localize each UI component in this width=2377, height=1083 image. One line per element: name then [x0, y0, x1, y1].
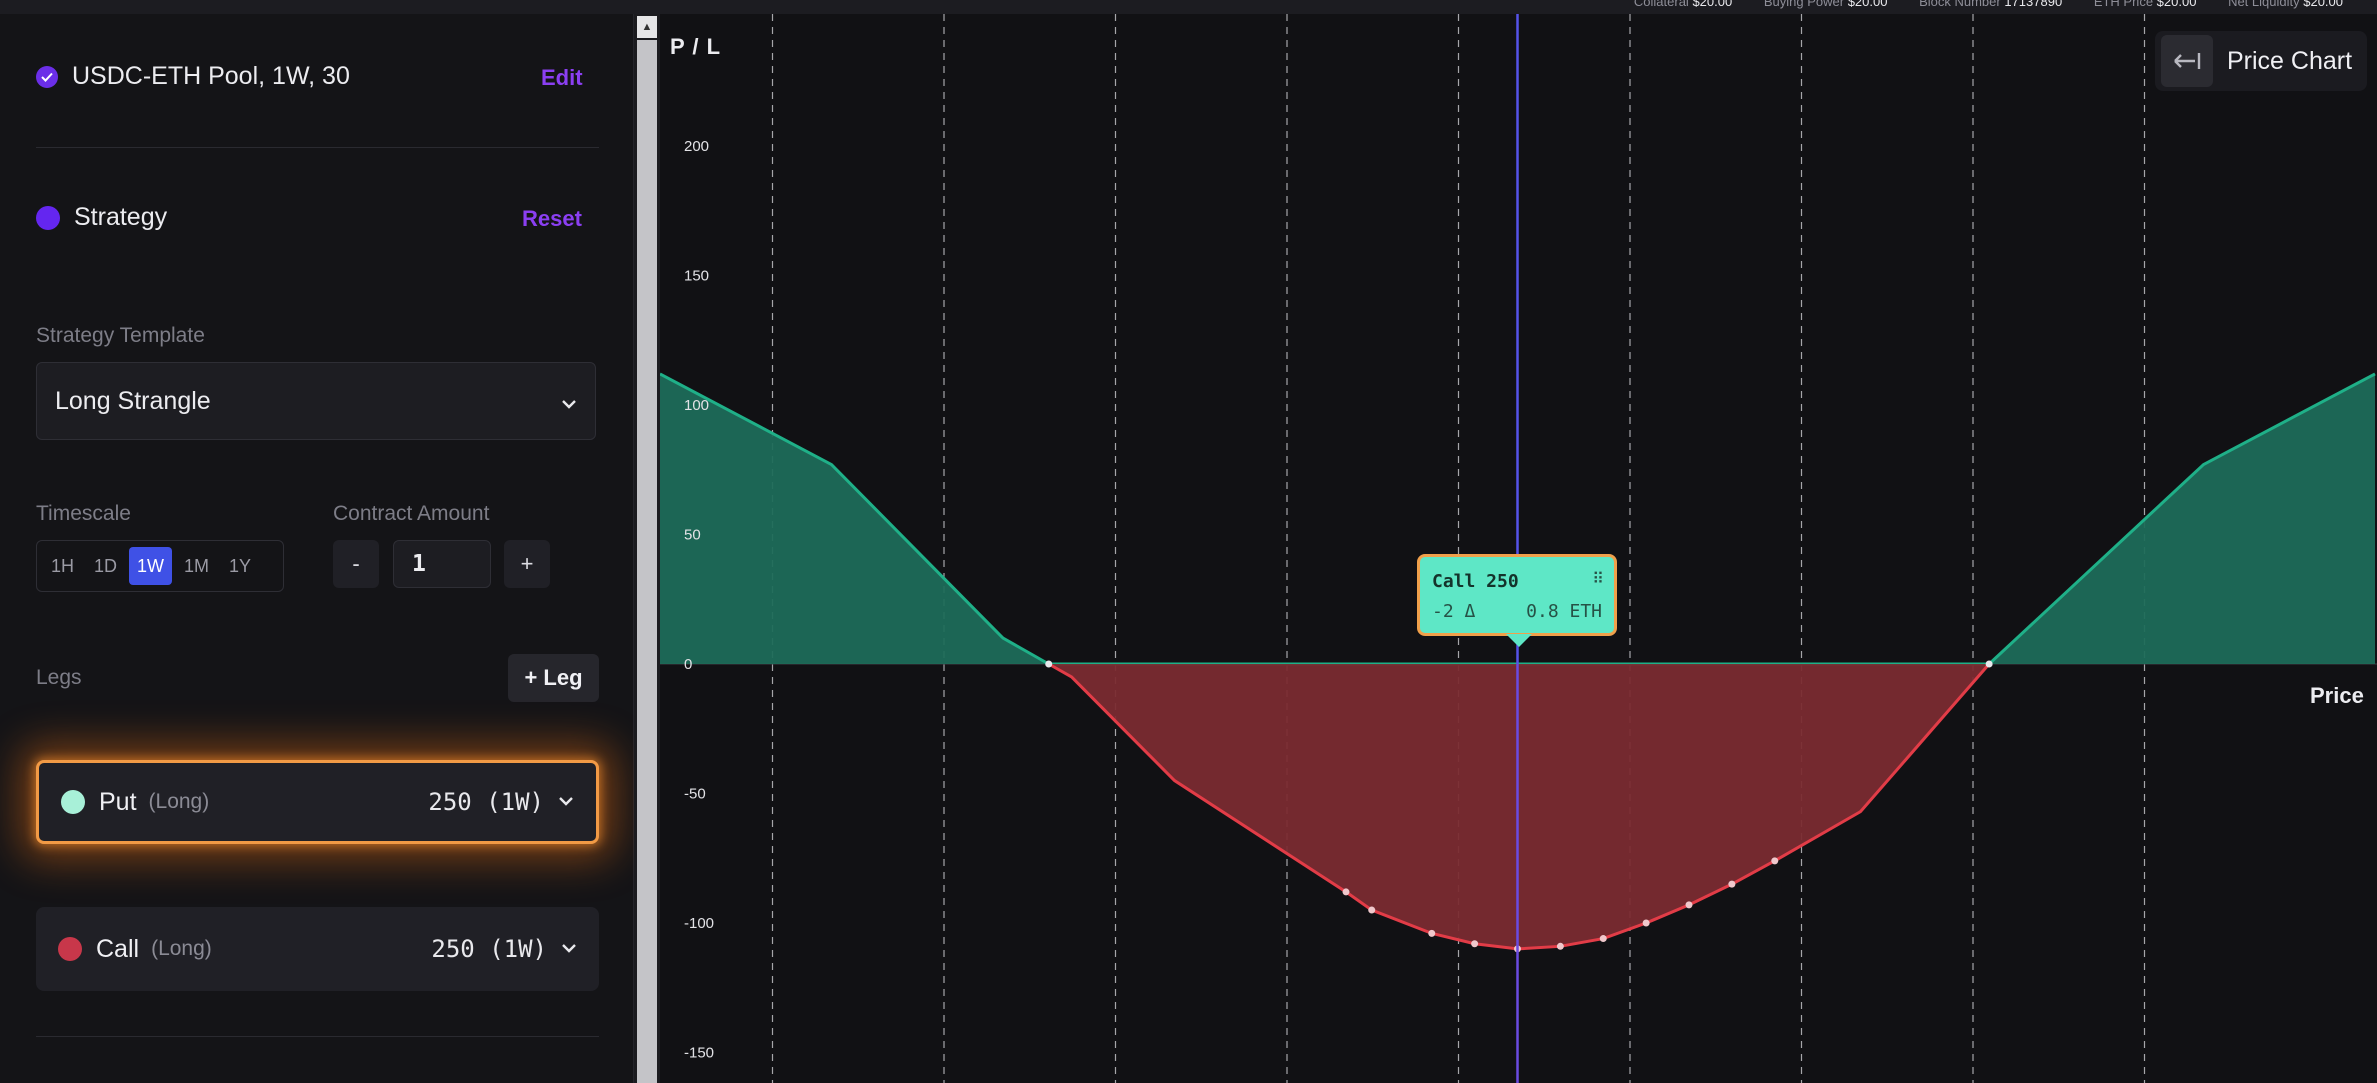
- edit-pool-button[interactable]: Edit: [541, 65, 583, 91]
- drag-handle-icon[interactable]: ⠿: [1592, 569, 1604, 588]
- stat-block-number: Block Number 17137890: [1919, 0, 2063, 9]
- stat-net-liquidity: Net Liquidity $20.00: [2228, 0, 2343, 9]
- leg-name: Call: [96, 934, 140, 963]
- increment-button[interactable]: +: [504, 540, 550, 588]
- data-point: [1428, 929, 1436, 937]
- tooltip-pointer: [1506, 634, 1532, 647]
- strategy-template-value: Long Strangle: [55, 386, 211, 415]
- leg-tooltip[interactable]: Call 250 ⠿ -2 Δ 0.8 ETH: [1417, 554, 1617, 636]
- timescale-1d[interactable]: 1D: [86, 547, 125, 585]
- y-tick-label: 100: [684, 397, 709, 414]
- y-tick-label: -100: [684, 915, 714, 932]
- data-point: [1685, 901, 1693, 909]
- x-axis-label: Price: [2310, 683, 2364, 708]
- legs-label: Legs: [36, 666, 82, 689]
- divider: [36, 1036, 599, 1037]
- stats-list: Collateral $20.00 Buying Power $20.00 Bl…: [1606, 0, 2343, 9]
- chevron-down-icon[interactable]: [561, 940, 577, 958]
- leg-put[interactable]: Put (Long) 250 (1W): [36, 760, 599, 844]
- price-chart-label: Price Chart: [2227, 46, 2353, 75]
- break-even-point: [1045, 660, 1053, 668]
- call-color-dot: [58, 937, 82, 961]
- pool-title: USDC-ETH Pool, 1W, 30: [72, 62, 350, 90]
- y-tick-label: -50: [684, 786, 706, 803]
- strategy-template-label: Strategy Template: [36, 324, 205, 347]
- leg-strike: 250 (1W): [431, 935, 547, 963]
- y-tick-label: -150: [684, 1045, 714, 1062]
- strategy-dot-icon: [36, 205, 60, 230]
- timescale-1y[interactable]: 1Y: [221, 547, 259, 585]
- timescale-1w[interactable]: 1W: [129, 547, 173, 585]
- strategy-header: Strategy: [36, 203, 167, 232]
- top-stats-bar: Collateral $20.00 Buying Power $20.00 Bl…: [0, 0, 2377, 15]
- data-point: [1471, 940, 1479, 948]
- tooltip-title: Call 250: [1432, 571, 1519, 592]
- profit-area: [1048, 373, 2375, 664]
- check-circle-icon: [36, 65, 58, 88]
- stat-collateral: Collateral $20.00: [1633, 0, 1733, 9]
- stat-eth-price: ETH Price $20.00: [2093, 0, 2197, 9]
- profit-area: [660, 373, 1049, 664]
- break-even-point: [1985, 660, 1993, 668]
- chevron-down-icon[interactable]: [558, 793, 574, 811]
- leg-position: (Long): [151, 937, 212, 960]
- timescale-label: Timescale: [36, 502, 131, 525]
- stat-buying-power: Buying Power $20.00: [1763, 0, 1888, 9]
- tooltip-amount: 0.8 ETH: [1526, 601, 1602, 622]
- tooltip-delta: -2 Δ: [1432, 601, 1476, 622]
- data-point: [1728, 880, 1736, 888]
- data-point: [1556, 942, 1564, 950]
- scroll-up-arrow-icon[interactable]: ▲: [637, 16, 657, 38]
- leg-call[interactable]: Call (Long) 250 (1W): [36, 907, 599, 991]
- strategy-sidebar: USDC-ETH Pool, 1W, 30 Edit Strategy Rese…: [0, 14, 634, 1083]
- contract-amount-input[interactable]: 1: [393, 540, 491, 588]
- data-point: [1342, 888, 1350, 896]
- chevron-down-icon: [561, 387, 577, 416]
- y-tick-label: 200: [684, 138, 709, 155]
- leg-name: Put: [99, 787, 137, 816]
- strategy-title: Strategy: [74, 203, 168, 231]
- loss-area: [1048, 664, 1990, 949]
- y-tick-label: 150: [684, 268, 709, 285]
- pl-chart: 200 150 100 50 0 -50 -100 -150: [660, 14, 2377, 1083]
- y-tick-label: 0: [684, 656, 692, 673]
- decrement-button[interactable]: -: [333, 540, 379, 588]
- price-chart-button[interactable]: Price Chart: [2155, 31, 2367, 91]
- contract-amount-label: Contract Amount: [333, 502, 490, 525]
- put-color-dot: [61, 790, 85, 814]
- strategy-template-select[interactable]: Long Strangle: [36, 362, 596, 440]
- timescale-selector: 1H 1D 1W 1M 1Y: [36, 540, 284, 592]
- data-point: [1771, 857, 1779, 865]
- data-point: [1599, 935, 1607, 943]
- leg-position: (Long): [148, 790, 210, 813]
- chart-scrollbar-thumb[interactable]: [637, 40, 657, 1083]
- pl-chart-svg[interactable]: 200 150 100 50 0 -50 -100 -150: [660, 14, 2377, 1083]
- y-axis-label: P / L: [670, 34, 722, 59]
- timescale-1h[interactable]: 1H: [43, 547, 82, 585]
- timescale-1m[interactable]: 1M: [176, 547, 217, 585]
- collapse-left-icon: [2161, 35, 2213, 87]
- pool-header: USDC-ETH Pool, 1W, 30: [36, 62, 350, 91]
- y-tick-label: 50: [684, 527, 701, 544]
- data-point: [1642, 919, 1650, 927]
- data-point: [1368, 906, 1376, 914]
- divider: [36, 147, 599, 148]
- reset-strategy-button[interactable]: Reset: [522, 206, 582, 232]
- add-leg-button[interactable]: + Leg: [508, 654, 599, 702]
- leg-strike: 250 (1W): [428, 788, 544, 816]
